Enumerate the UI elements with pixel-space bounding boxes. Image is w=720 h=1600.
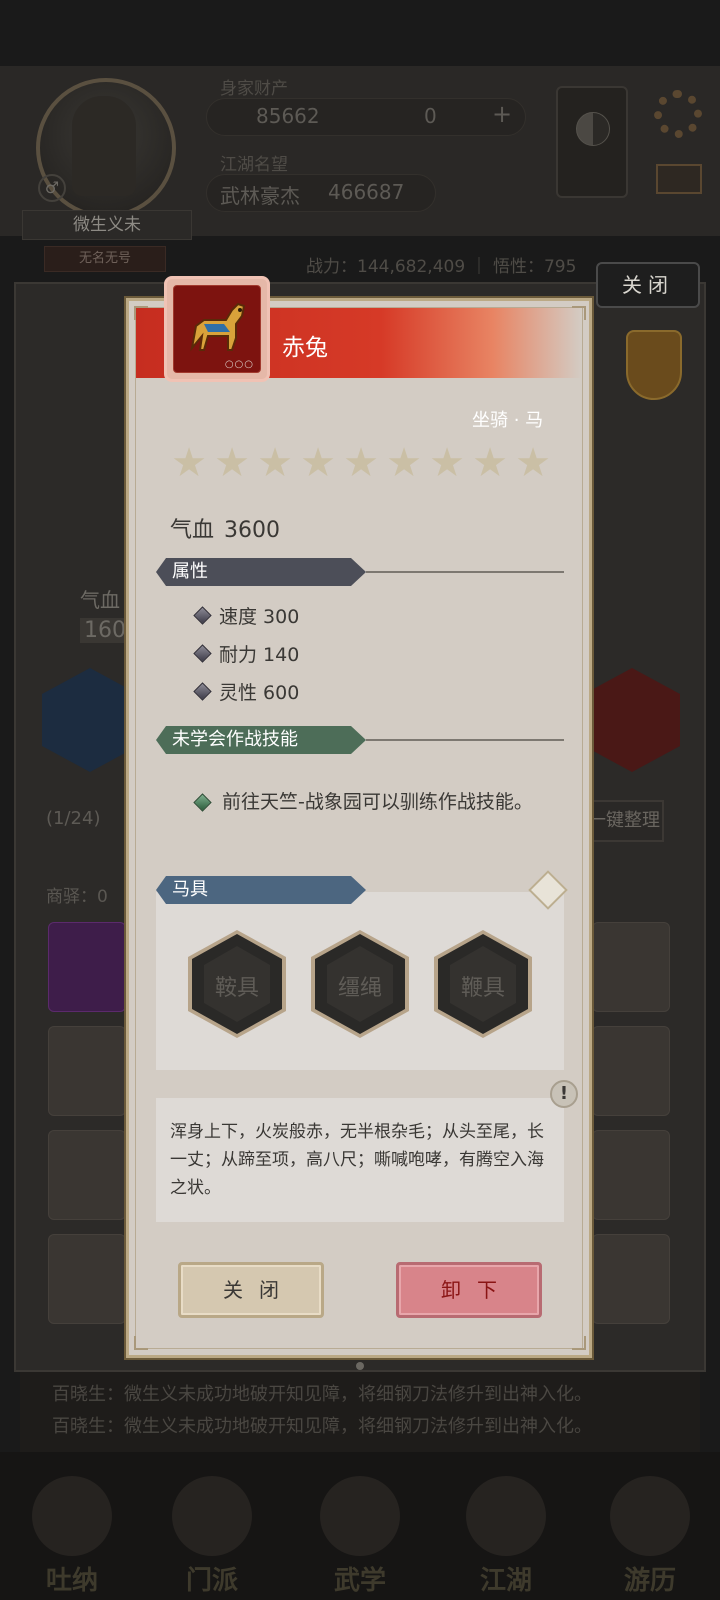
whip-slot[interactable]: 鞭具: [434, 930, 532, 1038]
nav-menpai-icon: [172, 1476, 252, 1556]
wealth-label: 身家财产: [220, 79, 288, 99]
dialog-corner-ornament: [572, 1336, 586, 1350]
diamond-bullet-icon: [193, 606, 212, 625]
sort-button[interactable]: 一键整理: [584, 800, 664, 842]
currency-pill: [206, 98, 526, 136]
star-icon: ★: [515, 440, 551, 486]
add-currency-icon[interactable]: +: [492, 100, 512, 128]
nav-label: 门派: [185, 1566, 238, 1596]
star-icon: ★: [429, 440, 465, 486]
unequip-button[interactable]: 卸下: [396, 1262, 542, 1318]
inventory-slot[interactable]: [592, 1130, 670, 1220]
item-hp: 气血 3600: [170, 512, 280, 544]
inventory-slot[interactable]: [592, 1026, 670, 1116]
exclamation-info-icon[interactable]: !: [550, 1080, 578, 1108]
slot-label: 缰绳: [337, 976, 382, 1001]
fame-value: 466687: [328, 180, 405, 204]
attribute-text: 灵性 600: [219, 682, 300, 704]
page-indicator-dot: [356, 1362, 364, 1370]
item-icon-frame: ○○○: [164, 276, 270, 382]
star-icon: ★: [214, 440, 250, 486]
inventory-slot[interactable]: [48, 1234, 126, 1324]
reins-slot[interactable]: 缰绳: [311, 930, 409, 1038]
player-title: 无名无号: [44, 246, 166, 272]
fame-label: 江湖名望: [220, 155, 288, 175]
close-button[interactable]: 关闭: [178, 1262, 324, 1318]
inventory-slot[interactable]: [592, 922, 670, 1012]
dialog-corner-ornament: [134, 1336, 148, 1350]
mail-icon[interactable]: [656, 164, 702, 194]
nav-label: 游历: [623, 1566, 676, 1596]
diamond-bullet-icon: [193, 682, 212, 701]
bag-count: (1/24): [46, 808, 101, 829]
slot-label: 鞍具: [214, 976, 259, 1001]
saddle-slot[interactable]: 鞍具: [188, 930, 286, 1038]
attribute-stamina: 耐力 140: [193, 640, 300, 667]
clan-emblem-icon[interactable]: [626, 330, 682, 400]
attribute-spirit: 灵性 600: [193, 678, 300, 705]
nav-label: 江湖: [479, 1566, 532, 1596]
item-description: 浑身上下，火炭般赤，无半根杂毛；从头至尾，长一丈；从蹄至项，高八尺；嘶喊咆哮，有…: [156, 1098, 564, 1222]
bg-hp-value: 160: [80, 618, 130, 643]
male-icon: ♂: [38, 174, 66, 202]
attribute-text: 速度 300: [219, 606, 300, 628]
bg-hp-label: 气血: [80, 588, 120, 612]
item-quality-dots: ○○○: [224, 359, 254, 370]
settings-gear-icon[interactable]: [654, 90, 702, 138]
fame-rank: 武林豪杰: [220, 184, 300, 208]
nav-tuna[interactable]: 吐纳: [12, 1476, 132, 1600]
nav-youli[interactable]: 游历: [590, 1476, 710, 1600]
inventory-slot[interactable]: [592, 1234, 670, 1324]
log-line: 百晓生：微生义未成功地破开知见障，将细钢刀法修升到出神入化。: [52, 1384, 592, 1405]
slot-label: 鞭具: [460, 976, 505, 1001]
skill-section-header: 未学会作战技能: [156, 726, 366, 754]
nav-wuxue-icon: [320, 1476, 400, 1556]
inventory-slot[interactable]: [48, 1026, 126, 1116]
item-name: 赤兔: [282, 335, 328, 361]
log-line: 百晓生：微生义未成功地破开知见障，将细钢刀法修升到出神入化。: [52, 1416, 592, 1437]
player-name: 微生义未: [22, 210, 192, 240]
nav-youli-icon: [610, 1476, 690, 1556]
nav-tuna-icon: [32, 1476, 112, 1556]
skill-hint: 前往天竺-战象园可以驯练作战技能。: [222, 791, 533, 813]
nav-label: 吐纳: [45, 1566, 98, 1596]
yin-yang-icon: [576, 112, 610, 146]
diamond-bullet-icon: [193, 644, 212, 663]
attribute-text: 耐力 140: [219, 644, 300, 666]
attribute-speed: 速度 300: [193, 602, 300, 629]
hp-value: 3600: [224, 518, 281, 543]
section-divider: [366, 571, 564, 573]
attributes-section-header: 属性: [156, 558, 366, 586]
avatar-portrait: [72, 96, 136, 196]
silver-value: 85662: [256, 104, 320, 128]
section-divider: [366, 739, 564, 741]
item-type: 坐骑 · 马: [472, 410, 544, 431]
star-rating: ★ ★ ★ ★ ★ ★ ★ ★ ★: [170, 440, 552, 486]
star-icon: ★: [343, 440, 379, 486]
power-stats: 战力：144,682,409 ｜ 悟性：795: [306, 257, 577, 277]
nav-menpai[interactable]: 门派: [152, 1476, 272, 1600]
inventory-slot[interactable]: [48, 922, 126, 1012]
nav-jianghu[interactable]: 江湖: [446, 1476, 566, 1600]
star-icon: ★: [472, 440, 508, 486]
nav-wuxue[interactable]: 武学: [300, 1476, 420, 1600]
star-icon: ★: [300, 440, 336, 486]
post-station-label: 商驿：0: [46, 887, 108, 907]
hp-label: 气血: [170, 518, 215, 543]
jade-value: 0: [424, 104, 437, 128]
star-icon: ★: [386, 440, 422, 486]
inventory-slot[interactable]: [48, 1130, 126, 1220]
red-horse-icon: ○○○: [173, 285, 261, 373]
nav-label: 武学: [333, 1566, 386, 1596]
close-panel-button[interactable]: 关闭: [596, 262, 700, 308]
nav-jianghu-icon: [466, 1476, 546, 1556]
star-icon: ★: [257, 440, 293, 486]
tack-section-header: 马具: [156, 876, 366, 904]
star-icon: ★: [171, 440, 207, 486]
